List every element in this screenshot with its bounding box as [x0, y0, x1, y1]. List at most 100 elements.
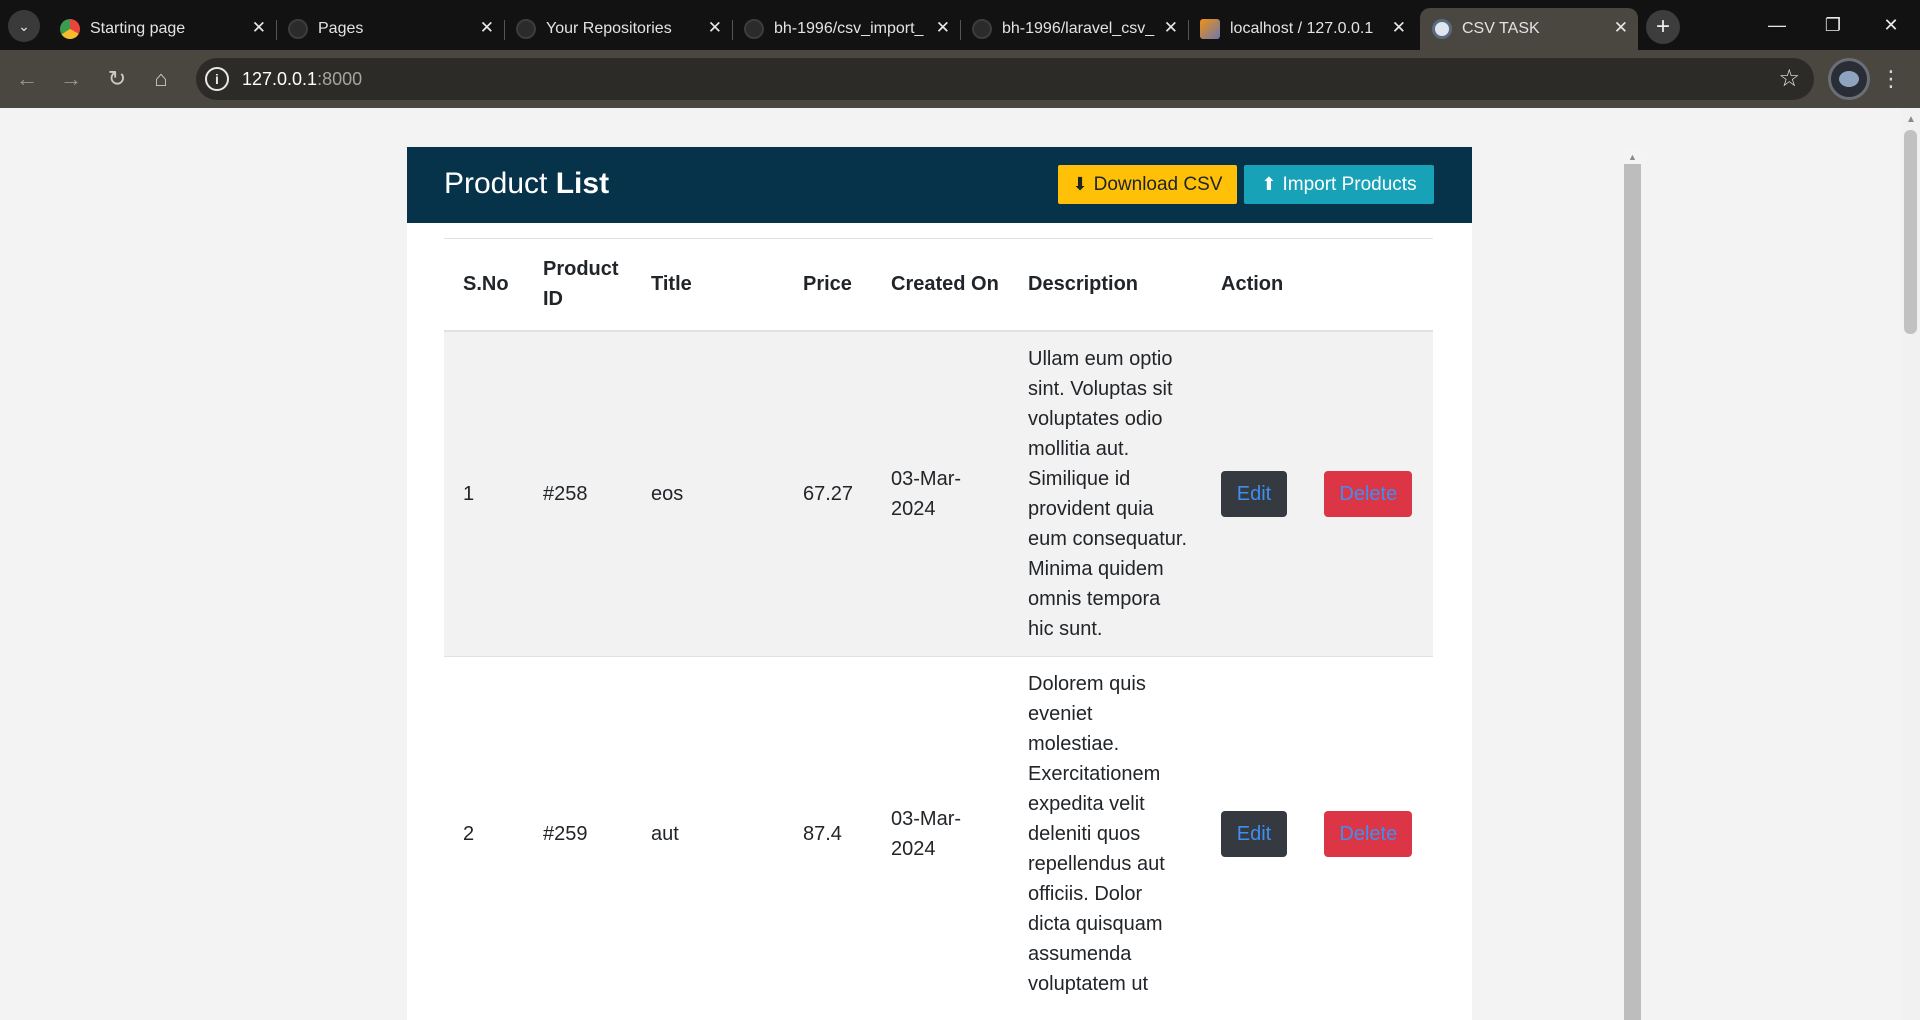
- table-row: 1 #258 eos 67.27 03-Mar-2024 Ullam eum o…: [444, 330, 1433, 656]
- profile-avatar[interactable]: [1828, 58, 1870, 100]
- tab-label: Pages: [318, 20, 364, 37]
- cell-edit: Edit: [1202, 655, 1306, 1011]
- column-header-price: Price: [784, 238, 872, 332]
- description-text: Ullam eum optio sint. Voluptas sit volup…: [1028, 347, 1187, 640]
- page-title: Product List: [444, 167, 609, 201]
- scroll-up-icon[interactable]: ▲: [1624, 150, 1641, 164]
- url-host: 127.0.0.1: [242, 69, 318, 89]
- card-body: S.No Product ID Title Price Created On D…: [407, 223, 1472, 1020]
- cell-edit: Edit: [1202, 330, 1306, 656]
- created-on-text: 03-Mar-2024: [891, 467, 962, 520]
- tab-search-button[interactable]: ⌄: [8, 10, 40, 42]
- card-header: Product List ⬇ Download CSV ⬆ Import Pro…: [407, 147, 1472, 223]
- cell-created-on: 03-Mar-2024: [872, 655, 1009, 1011]
- tab-label: localhost / 127.0.0.1: [1230, 20, 1374, 37]
- tab-your-repositories[interactable]: Your Repositories ✕: [504, 8, 733, 50]
- import-products-button[interactable]: ⬆ Import Products: [1244, 165, 1434, 204]
- cell-sno: 2: [444, 655, 524, 1011]
- site-info-icon[interactable]: i: [205, 67, 229, 91]
- created-on-text: 03-Mar-2024: [891, 807, 962, 860]
- home-icon: ⌂: [154, 66, 168, 91]
- scrollbar-thumb[interactable]: [1904, 130, 1917, 334]
- arrow-right-icon: →: [60, 66, 82, 91]
- close-icon: ✕: [1883, 14, 1899, 35]
- edit-button[interactable]: Edit: [1221, 810, 1287, 857]
- phpmyadmin-icon: [1200, 19, 1220, 39]
- cell-title: aut: [632, 655, 784, 1011]
- tab-label: CSV TASK: [1462, 20, 1540, 37]
- tab-label: Starting page: [90, 20, 186, 37]
- github-icon: [288, 19, 308, 39]
- tab-pages[interactable]: Pages ✕: [276, 8, 505, 50]
- bookmark-star-icon[interactable]: ☆: [1778, 64, 1800, 93]
- tab-phpmyadmin[interactable]: localhost / 127.0.0.1 ✕: [1188, 8, 1416, 50]
- plus-icon: +: [1655, 13, 1670, 40]
- column-header-sno: S.No: [444, 238, 524, 332]
- tab-csv-import-repo[interactable]: bh-1996/csv_import_ ✕: [732, 8, 961, 50]
- close-icon[interactable]: ✕: [480, 18, 494, 38]
- reload-icon: ↻: [107, 66, 127, 91]
- tab-csv-task[interactable]: CSV TASK ✕: [1420, 8, 1638, 50]
- description-text: Dolorem quis eveniet molestiae. Exercita…: [1028, 672, 1165, 995]
- table-scrollbar-thumb[interactable]: [1624, 150, 1641, 1020]
- tab-label: bh-1996/laravel_csv_: [1002, 20, 1155, 37]
- cell-price: 67.27: [784, 330, 872, 656]
- close-icon[interactable]: ✕: [1614, 18, 1628, 38]
- page-scrollbar[interactable]: ▲: [1901, 108, 1920, 1020]
- tab-label: bh-1996/csv_import_: [774, 20, 924, 37]
- download-icon: ⬇: [1072, 174, 1088, 194]
- delete-button[interactable]: Delete: [1324, 810, 1413, 857]
- forward-button[interactable]: →: [56, 64, 86, 94]
- delete-button[interactable]: Delete: [1324, 470, 1413, 517]
- minimize-icon: —: [1768, 14, 1786, 35]
- edit-button[interactable]: Edit: [1221, 470, 1287, 517]
- tab-laravel-csv-repo[interactable]: bh-1996/laravel_csv_ ✕: [960, 8, 1189, 50]
- close-icon[interactable]: ✕: [1392, 18, 1406, 38]
- cell-title: eos: [632, 330, 784, 656]
- page-icon: [1432, 19, 1452, 39]
- arrow-left-icon: ←: [16, 66, 38, 91]
- url-text[interactable]: 127.0.0.1:8000: [242, 69, 362, 90]
- tab-strip: ⌄ Starting page ✕ Pages ✕ Your Repositor…: [0, 0, 1920, 50]
- reload-button[interactable]: ↻: [102, 64, 132, 94]
- github-icon: [972, 19, 992, 39]
- close-icon[interactable]: ✕: [708, 18, 722, 38]
- home-button[interactable]: ⌂: [146, 64, 176, 94]
- close-window-button[interactable]: ✕: [1876, 10, 1906, 40]
- close-icon[interactable]: ✕: [1164, 18, 1178, 38]
- cell-created-on: 03-Mar-2024: [872, 330, 1009, 656]
- cell-delete: Delete: [1305, 330, 1433, 656]
- scroll-up-icon[interactable]: ▲: [1906, 114, 1916, 125]
- url-port: :8000: [317, 69, 363, 89]
- cell-product-id: #258: [524, 330, 632, 656]
- tab-starting-page[interactable]: Starting page ✕: [48, 8, 277, 50]
- download-csv-label: Download CSV: [1093, 173, 1223, 195]
- cell-description: Ullam eum optio sint. Voluptas sit volup…: [1009, 330, 1202, 656]
- title-bold: List: [555, 167, 610, 200]
- browser-toolbar: ← → ↻ ⌂ i 127.0.0.1:8000 ☆ ⋮: [0, 50, 1920, 108]
- browser-menu-icon[interactable]: ⋮: [1880, 66, 1902, 92]
- upload-icon: ⬆: [1261, 174, 1277, 194]
- import-products-label: Import Products: [1282, 173, 1417, 195]
- new-tab-button[interactable]: +: [1646, 10, 1680, 44]
- table-row: 2 #259 aut 87.4 03-Mar-2024 Dolorem quis…: [444, 655, 1433, 1011]
- chevron-down-icon: ⌄: [18, 17, 30, 34]
- restore-button[interactable]: ❐: [1818, 10, 1848, 40]
- restore-icon: ❐: [1824, 14, 1842, 35]
- github-icon: [744, 19, 764, 39]
- product-table: S.No Product ID Title Price Created On D…: [444, 238, 1433, 1011]
- title-normal: Product: [444, 167, 548, 200]
- github-icon: [516, 19, 536, 39]
- column-header-title: Title: [632, 238, 784, 332]
- back-button[interactable]: ←: [12, 64, 42, 94]
- minimize-button[interactable]: —: [1762, 10, 1792, 40]
- address-bar[interactable]: i 127.0.0.1:8000 ☆: [196, 58, 1814, 100]
- close-icon[interactable]: ✕: [936, 18, 950, 38]
- column-header-action: Action: [1202, 238, 1433, 332]
- download-csv-button[interactable]: ⬇ Download CSV: [1058, 165, 1237, 204]
- table-header-row: S.No Product ID Title Price Created On D…: [444, 238, 1433, 332]
- close-icon[interactable]: ✕: [252, 18, 266, 38]
- cell-description: Dolorem quis eveniet molestiae. Exercita…: [1009, 655, 1202, 1011]
- column-header-product-id: Product ID: [524, 238, 632, 332]
- tab-label: Your Repositories: [546, 20, 672, 37]
